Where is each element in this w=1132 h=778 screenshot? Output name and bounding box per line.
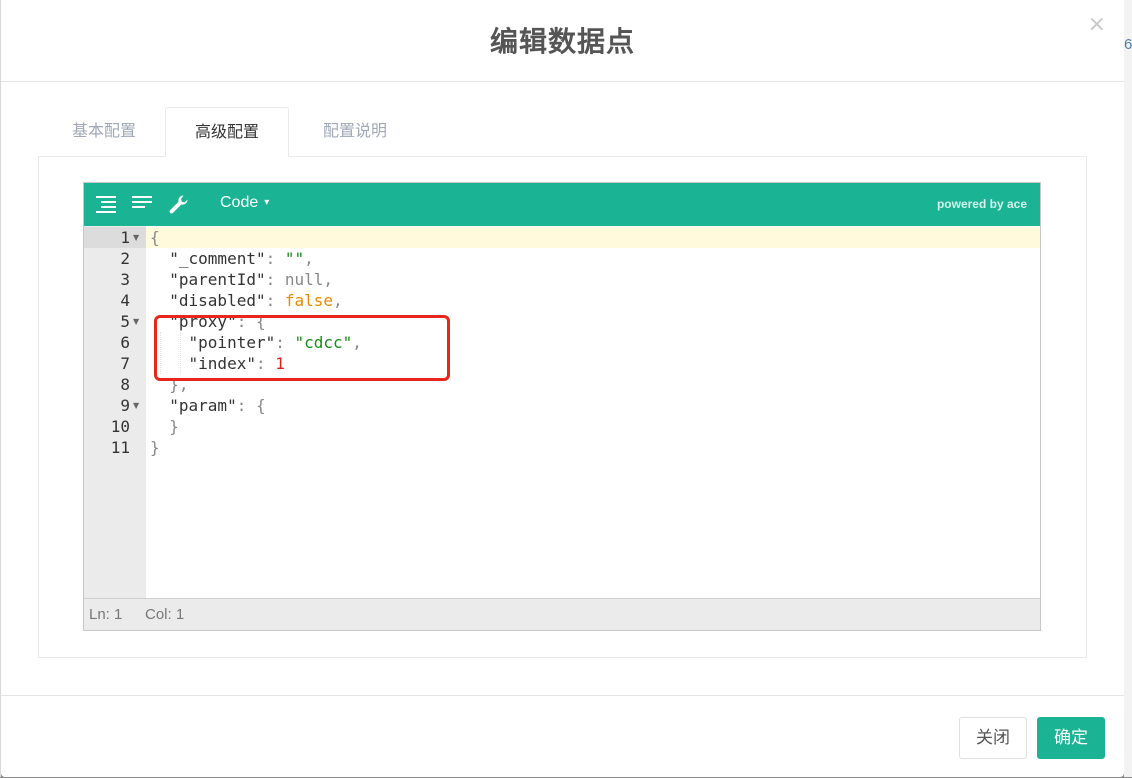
- code-token: "parentId": [169, 270, 266, 289]
- line-number: 9: [120, 396, 130, 415]
- fold-toggle-icon[interactable]: ▼: [133, 311, 139, 332]
- active-line-highlight: [146, 227, 1040, 248]
- backdrop-text: 6: [1124, 36, 1132, 53]
- backdrop-page-strip: [1124, 0, 1132, 777]
- close-icon[interactable]: ×: [1088, 12, 1106, 38]
- mode-selector[interactable]: Code ▾: [220, 194, 269, 212]
- code-token: "": [284, 249, 305, 268]
- cursor-col: Col: 1: [145, 606, 185, 623]
- tab-config-help[interactable]: 配置说明: [293, 107, 417, 157]
- line-number: 11: [110, 438, 130, 457]
- line-number: 1: [120, 228, 130, 247]
- powered-by-ace-link[interactable]: powered by ace: [937, 197, 1027, 211]
- json-editor: Code ▾ powered by ace 1 ▼ 2 3 4 5 ▼ 6 7 8 9 ▼ 10 11 { …: [83, 182, 1041, 631]
- editor-toolbar: Code ▾ powered by ace: [84, 183, 1040, 226]
- code-line: }: [150, 437, 160, 458]
- chevron-down-icon: ▾: [264, 197, 270, 208]
- code-token: "_comment": [169, 249, 266, 268]
- editor-status-bar: Ln: 1 Col: 1: [84, 598, 1040, 630]
- code-token: ,: [304, 249, 314, 268]
- code-token: ,: [323, 270, 334, 289]
- compact-icon[interactable]: [131, 194, 153, 214]
- cursor-line: Ln: 1: [89, 606, 123, 623]
- close-button[interactable]: 关闭: [959, 717, 1027, 759]
- code-line: "param": {: [150, 395, 266, 416]
- code-area[interactable]: { "_comment": "", "parentId": null, "dis…: [146, 226, 1040, 598]
- tab-advanced-config[interactable]: 高级配置: [165, 107, 289, 157]
- line-number: 8: [120, 375, 130, 394]
- code-line: }: [150, 416, 179, 437]
- code-token: false: [284, 291, 334, 310]
- wrench-icon[interactable]: [168, 194, 190, 214]
- dialog-title: 编辑数据点: [489, 25, 635, 58]
- code-token: : {: [236, 396, 266, 415]
- code-token: "disabled": [169, 291, 266, 310]
- fold-toggle-icon[interactable]: ▼: [133, 227, 139, 248]
- format-icon[interactable]: [95, 194, 117, 214]
- line-number: 5: [120, 312, 130, 331]
- code-line: "_comment": "",: [150, 248, 314, 269]
- line-number: 2: [120, 249, 130, 268]
- line-number: 10: [110, 417, 130, 436]
- confirm-button[interactable]: 确定: [1037, 717, 1105, 759]
- line-number: 3: [120, 270, 130, 289]
- code-token: null: [284, 270, 324, 289]
- code-token: }: [169, 417, 179, 436]
- highlight-annotation-box: [154, 315, 450, 381]
- code-token: :: [265, 291, 285, 310]
- dialog-header: 编辑数据点 ×: [1, 0, 1124, 82]
- editor-gutter: 1 ▼ 2 3 4 5 ▼ 6 7 8 9 ▼ 10 11: [84, 226, 146, 598]
- code-token: "param": [169, 396, 237, 415]
- line-number: 4: [120, 291, 130, 310]
- code-token: {: [150, 228, 160, 247]
- dialog-footer: 关闭 确定: [1, 695, 1124, 778]
- code-token: ,: [333, 291, 343, 310]
- code-token: :: [265, 249, 285, 268]
- line-number: 7: [120, 354, 130, 373]
- code-line: "disabled": false,: [150, 290, 343, 311]
- mode-label: Code: [220, 194, 259, 211]
- code-token: }: [150, 438, 160, 457]
- code-token: :: [265, 270, 285, 289]
- code-line: {: [150, 227, 160, 248]
- tab-basic-config[interactable]: 基本配置: [49, 107, 159, 157]
- line-number: 6: [120, 333, 130, 352]
- fold-toggle-icon[interactable]: ▼: [133, 395, 139, 416]
- code-line: "parentId": null,: [150, 269, 333, 290]
